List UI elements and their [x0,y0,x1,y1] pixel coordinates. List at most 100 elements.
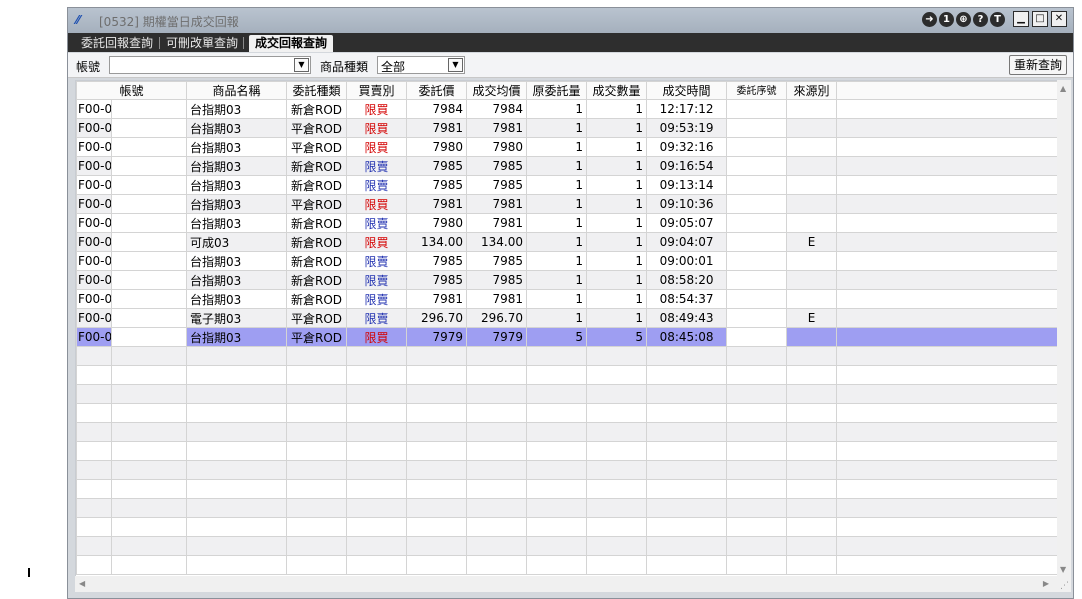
stray-mark [28,568,30,577]
cell-side: 限買 [346,118,408,138]
empty-cell [726,384,788,404]
cell-order-type: 新倉ROD [286,99,348,119]
cell-avg-price: 7984 [466,99,528,119]
table-row[interactable]: F00-0 台指期03 新倉ROD 限賣 7985 7985 1 1 09:00:01 [76,251,1057,271]
cell-order-type: 新倉ROD [286,232,348,252]
close-icon[interactable]: ✕ [1051,11,1067,27]
cell-time: 09:32:16 [646,137,728,157]
cell-fill-qty: 1 [586,270,648,290]
cell-price: 296.70 [406,308,468,328]
cell-orig-qty: 1 [526,289,588,309]
empty-cell [586,384,648,404]
table-row[interactable]: F00-0 台指期03 新倉ROD 限賣 7981 7981 1 1 08:54:37 [76,289,1057,309]
col-header-fill-qty[interactable]: 成交數量 [586,81,648,100]
table-row[interactable]: F00-0 可成03 新倉ROD 限買 134.00 134.00 1 1 09:04:07 E [76,232,1057,252]
cell-product: 台指期03 [186,175,288,195]
empty-cell [406,517,468,537]
restore-icon[interactable]: □ [1032,11,1048,27]
cell-account: F00-0 [76,289,112,309]
col-header-price[interactable]: 委託價 [406,81,468,100]
empty-cell [726,403,788,423]
empty-cell [786,479,838,499]
account-label: 帳號 [76,60,101,74]
vertical-scrollbar[interactable]: ▲ ▼ [1057,80,1071,576]
cell-source [786,156,838,176]
cell-fill-qty: 1 [586,213,648,233]
empty-cell [466,384,528,404]
cell-time: 12:17:12 [646,99,728,119]
table-row[interactable]: F00-0 台指期03 新倉ROD 限賣 7985 7985 1 1 08:58:20 [76,270,1057,290]
col-header-side[interactable]: 買賣別 [346,81,408,100]
empty-cell [186,555,288,575]
table-row[interactable]: F00-0 台指期03 平倉ROD 限買 7981 7981 1 1 09:10:36 [76,194,1057,214]
table-row[interactable]: F00-0 台指期03 新倉ROD 限買 7984 7984 1 1 12:17:12 [76,99,1057,119]
empty-cell [110,422,188,442]
empty-cell [726,479,788,499]
empty-cell [286,555,348,575]
product-type-dropdown[interactable]: 全部 ▼ [377,56,465,74]
table-row[interactable]: F00-0 台指期03 平倉ROD 限買 7981 7981 1 1 09:53:19 [76,118,1057,138]
table-row[interactable]: F00-0 台指期03 新倉ROD 限賣 7985 7985 1 1 09:16:54 [76,156,1057,176]
col-header-order-type[interactable]: 委託種類 [286,81,348,100]
scroll-right-icon[interactable]: ▶ [1043,579,1049,588]
empty-cell [726,422,788,442]
tab-order-report[interactable]: 委託回報查詢 [81,35,153,52]
empty-cell [76,460,112,480]
table-row[interactable]: F00-0 台指期03 新倉ROD 限賣 7980 7981 1 1 09:05:07 [76,213,1057,233]
chevron-down-icon[interactable]: ▼ [448,58,463,72]
col-header-avg-price[interactable]: 成交均價 [466,81,528,100]
empty-cell [466,422,528,442]
col-header-time[interactable]: 成交時間 [646,81,728,100]
cell-source [786,99,838,119]
col-header-account[interactable]: 帳號 [76,81,188,100]
col-header-orig-qty[interactable]: 原委託量 [526,81,588,100]
chevron-down-icon[interactable]: ▼ [294,58,309,72]
refresh-button[interactable]: 重新查詢 [1009,55,1067,75]
tab-fill-report[interactable]: 成交回報查詢 [249,35,334,52]
cell-avg-price: 7980 [466,137,528,157]
cell-account: F00-0 [76,175,112,195]
cell-product: 台指期03 [186,213,288,233]
empty-cell [646,346,728,366]
scroll-up-icon[interactable]: ▲ [1060,84,1066,93]
table-row[interactable]: F00-0 台指期03 新倉ROD 限賣 7985 7985 1 1 09:13:14 [76,175,1057,195]
table-row[interactable]: F00-0 台指期03 平倉ROD 限買 7980 7980 1 1 09:32:16 [76,137,1057,157]
tab-cancelable-orders[interactable]: 可刪改單查詢 [166,35,238,52]
help-icon[interactable]: ? [973,11,988,27]
cell-order-no [726,99,788,119]
resize-grip-icon[interactable]: ⋰ [1060,581,1069,591]
cell-account-masked [110,118,188,138]
cell-side: 限賣 [346,156,408,176]
account-dropdown[interactable]: ▼ [109,56,311,74]
cell-avg-price: 7985 [466,270,528,290]
empty-cell [346,479,408,499]
cell-product: 台指期03 [186,327,288,347]
scroll-down-icon[interactable]: ▼ [1060,565,1066,574]
cell-avg-price: 7981 [466,289,528,309]
link-icon[interactable]: ⊕ [956,11,971,27]
col-header-order-no[interactable]: 委託序號 [726,81,788,100]
col-header-source[interactable]: 來源別 [786,81,838,100]
empty-cell [646,403,728,423]
empty-cell [836,498,1057,518]
topmost-icon[interactable]: T [990,11,1005,27]
horizontal-scrollbar[interactable]: ◀ ▶ ⋰ [75,576,1071,592]
table-row[interactable]: F00-0 電子期03 平倉ROD 限賣 296.70 296.70 1 1 08:49:43 E [76,308,1057,328]
empty-row [76,384,1057,404]
minimize-icon[interactable]: ▁ [1013,11,1029,27]
empty-cell [466,403,528,423]
col-header-product[interactable]: 商品名稱 [186,81,288,100]
scroll-left-icon[interactable]: ◀ [79,579,85,588]
title-bar[interactable]: ⁄⁄ [0532] 期權當日成交回報 ➜ 1 ⊕ ? T ▁ □ ✕ [68,8,1073,33]
cell-source [786,175,838,195]
cell-account: F00-0 [76,251,112,271]
cell-fill-qty: 1 [586,289,648,309]
empty-cell [836,460,1057,480]
exit-icon[interactable]: ➜ [922,11,937,27]
empty-cell [836,403,1057,423]
app-logo-icon: ⁄⁄ [76,13,81,27]
table-row[interactable]: F00-0 台指期03 平倉ROD 限買 7979 7979 5 5 08:45:08 [76,327,1057,347]
title-controls: ➜ 1 ⊕ ? T ▁ □ ✕ [922,11,1067,27]
cell-order-type: 新倉ROD [286,213,348,233]
one-icon[interactable]: 1 [939,11,954,27]
